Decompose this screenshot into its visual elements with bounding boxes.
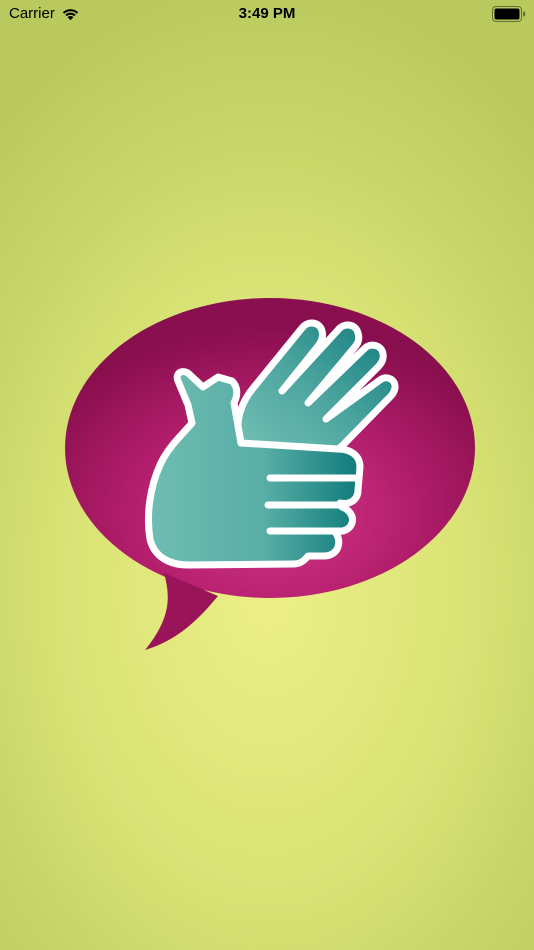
status-time: 3:49 PM	[238, 5, 296, 22]
status-bar: Carrier 3:49 PM	[0, 0, 534, 28]
battery-full-icon	[492, 6, 526, 22]
sign-language-speech-bubble-icon	[58, 295, 483, 660]
